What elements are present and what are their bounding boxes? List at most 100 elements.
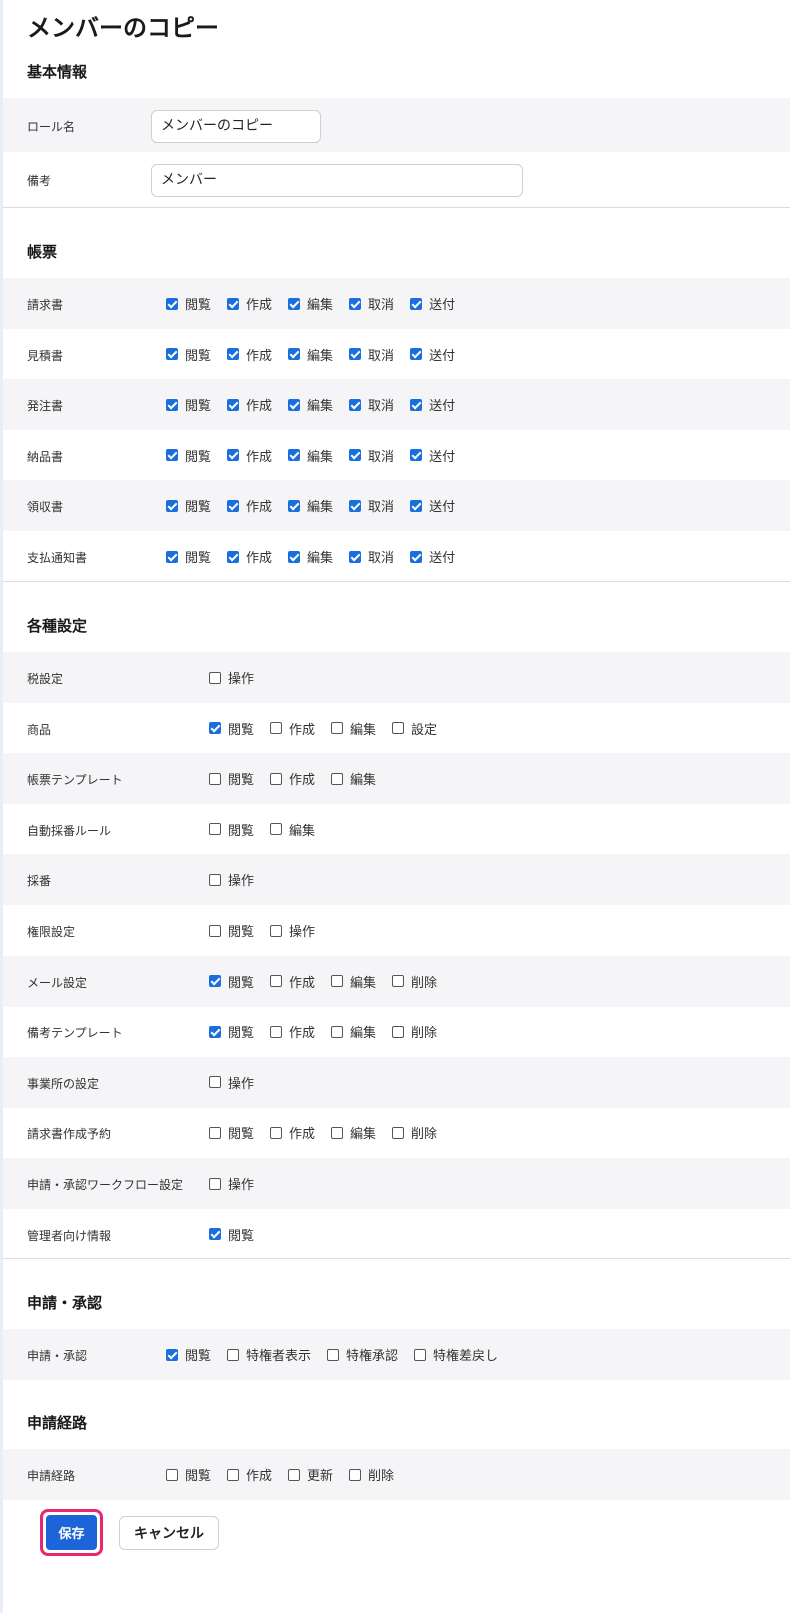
checkbox-checked[interactable] xyxy=(209,722,221,735)
permission-option[interactable]: 更新 xyxy=(288,1465,333,1484)
permission-option[interactable]: 作成 xyxy=(270,1123,315,1142)
checkbox-checked[interactable] xyxy=(227,297,240,310)
checkbox-checked[interactable] xyxy=(349,348,362,361)
checkbox-checked[interactable] xyxy=(349,499,362,512)
permission-option[interactable]: 閲覧 xyxy=(166,1345,211,1364)
checkbox-checked[interactable] xyxy=(349,550,362,563)
checkbox-checked[interactable] xyxy=(410,348,423,361)
permission-option[interactable]: 削除 xyxy=(392,972,437,991)
checkbox-unchecked[interactable] xyxy=(227,1348,240,1361)
checkbox-checked[interactable] xyxy=(227,398,240,411)
checkbox-checked[interactable] xyxy=(410,398,423,411)
permission-option[interactable]: 閲覧 xyxy=(166,294,211,313)
permission-option[interactable]: 送付 xyxy=(410,345,455,364)
permission-option[interactable]: 送付 xyxy=(410,446,455,465)
permission-option[interactable]: 編集 xyxy=(288,395,333,414)
checkbox-checked[interactable] xyxy=(166,348,178,361)
permission-option[interactable]: 取消 xyxy=(349,294,394,313)
permission-option[interactable]: 編集 xyxy=(331,1022,376,1041)
permission-option[interactable]: 閲覧 xyxy=(166,345,211,364)
note-input[interactable]: メンバー xyxy=(151,164,523,197)
checkbox-checked[interactable] xyxy=(288,348,301,361)
checkbox-unchecked[interactable] xyxy=(270,975,283,988)
permission-option[interactable]: 作成 xyxy=(227,446,272,465)
permission-option[interactable]: 特権承認 xyxy=(327,1345,398,1364)
checkbox-checked[interactable] xyxy=(349,449,362,462)
permission-option[interactable]: 操作 xyxy=(209,1174,254,1193)
checkbox-unchecked[interactable] xyxy=(349,1468,362,1481)
checkbox-unchecked[interactable] xyxy=(209,1126,221,1139)
permission-option[interactable]: 作成 xyxy=(270,972,315,991)
permission-option[interactable]: 閲覧 xyxy=(209,820,254,839)
checkbox-checked[interactable] xyxy=(166,499,178,512)
checkbox-checked[interactable] xyxy=(166,398,178,411)
checkbox-checked[interactable] xyxy=(410,297,423,310)
checkbox-checked[interactable] xyxy=(166,550,178,563)
permission-option[interactable]: 取消 xyxy=(349,446,394,465)
checkbox-unchecked[interactable] xyxy=(166,1468,178,1481)
permission-option[interactable]: 操作 xyxy=(209,668,254,687)
checkbox-unchecked[interactable] xyxy=(392,975,405,988)
permission-option[interactable]: 操作 xyxy=(270,921,315,940)
permission-option[interactable]: 作成 xyxy=(227,547,272,566)
checkbox-unchecked[interactable] xyxy=(327,1348,340,1361)
permission-option[interactable]: 取消 xyxy=(349,547,394,566)
permission-option[interactable]: 作成 xyxy=(227,496,272,515)
permission-option[interactable]: 作成 xyxy=(227,1465,272,1484)
checkbox-checked[interactable] xyxy=(410,550,423,563)
checkbox-unchecked[interactable] xyxy=(392,1126,405,1139)
permission-option[interactable]: 取消 xyxy=(349,395,394,414)
checkbox-checked[interactable] xyxy=(410,449,423,462)
checkbox-checked[interactable] xyxy=(166,297,178,310)
checkbox-unchecked[interactable] xyxy=(209,823,221,836)
checkbox-unchecked[interactable] xyxy=(414,1348,427,1361)
checkbox-unchecked[interactable] xyxy=(227,1468,240,1481)
checkbox-checked[interactable] xyxy=(227,550,240,563)
checkbox-checked[interactable] xyxy=(227,499,240,512)
permission-option[interactable]: 閲覧 xyxy=(209,769,254,788)
checkbox-unchecked[interactable] xyxy=(270,1126,283,1139)
permission-option[interactable]: 送付 xyxy=(410,294,455,313)
checkbox-checked[interactable] xyxy=(288,550,301,563)
permission-option[interactable]: 閲覧 xyxy=(166,395,211,414)
checkbox-checked[interactable] xyxy=(227,348,240,361)
permission-option[interactable]: 操作 xyxy=(209,1073,254,1092)
permission-option[interactable]: 作成 xyxy=(270,769,315,788)
permission-option[interactable]: 編集 xyxy=(288,294,333,313)
checkbox-checked[interactable] xyxy=(227,449,240,462)
checkbox-checked[interactable] xyxy=(288,499,301,512)
checkbox-unchecked[interactable] xyxy=(209,1177,221,1190)
checkbox-checked[interactable] xyxy=(410,499,423,512)
checkbox-checked[interactable] xyxy=(288,398,301,411)
checkbox-checked[interactable] xyxy=(349,398,362,411)
checkbox-unchecked[interactable] xyxy=(331,1126,344,1139)
permission-option[interactable]: 閲覧 xyxy=(166,547,211,566)
permission-option[interactable]: 設定 xyxy=(392,719,437,738)
permission-option[interactable]: 閲覧 xyxy=(209,1123,254,1142)
checkbox-unchecked[interactable] xyxy=(270,772,283,785)
permission-option[interactable]: 閲覧 xyxy=(209,972,254,991)
checkbox-unchecked[interactable] xyxy=(331,975,344,988)
permission-option[interactable]: 編集 xyxy=(288,446,333,465)
checkbox-checked[interactable] xyxy=(209,975,221,988)
checkbox-unchecked[interactable] xyxy=(331,772,344,785)
checkbox-unchecked[interactable] xyxy=(209,772,221,785)
permission-option[interactable]: 取消 xyxy=(349,496,394,515)
permission-option[interactable]: 削除 xyxy=(392,1123,437,1142)
checkbox-checked[interactable] xyxy=(209,1228,221,1241)
permission-option[interactable]: 特権者表示 xyxy=(227,1345,311,1364)
permission-option[interactable]: 作成 xyxy=(227,395,272,414)
permission-option[interactable]: 取消 xyxy=(349,345,394,364)
permission-option[interactable]: 編集 xyxy=(288,496,333,515)
permission-option[interactable]: 編集 xyxy=(331,972,376,991)
permission-option[interactable]: 特権差戻し xyxy=(414,1345,498,1364)
permission-option[interactable]: 編集 xyxy=(331,1123,376,1142)
cancel-button[interactable]: キャンセル xyxy=(119,1516,219,1550)
permission-option[interactable]: 閲覧 xyxy=(209,1225,254,1244)
checkbox-checked[interactable] xyxy=(288,449,301,462)
checkbox-checked[interactable] xyxy=(209,1025,221,1038)
permission-option[interactable]: 閲覧 xyxy=(209,719,254,738)
permission-option[interactable]: 作成 xyxy=(227,345,272,364)
checkbox-unchecked[interactable] xyxy=(331,1025,344,1038)
permission-option[interactable]: 編集 xyxy=(288,547,333,566)
